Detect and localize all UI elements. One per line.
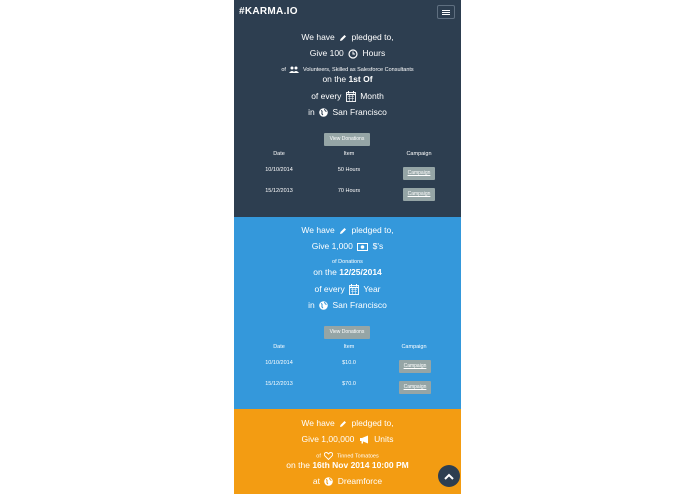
pledge-on-date: on the 16th Nov 2014 10:00 PM	[286, 460, 409, 470]
column-header-campaign: Campaign	[401, 344, 427, 350]
pledge-card-donations: We have pledged to, Give 1,000 $'s of Do…	[234, 217, 461, 409]
clock-icon	[348, 49, 358, 59]
pledge-lead: We have pledged to,	[301, 418, 394, 428]
pledge-location: in San Francisco	[308, 300, 387, 311]
row-date: 15/12/2013	[265, 188, 293, 194]
view-donations-button[interactable]: View Donations	[324, 133, 370, 146]
pledge-location: in San Francisco	[308, 107, 387, 118]
globe-icon	[324, 477, 334, 487]
pledge-lead: We have pledged to,	[301, 32, 394, 42]
megaphone-icon	[359, 435, 370, 444]
mobile-frame: #KARMA.IO We have pledged to, Give 100 H…	[234, 0, 461, 494]
money-icon	[357, 242, 369, 251]
pledge-detail: of Tinned Tomatoes	[316, 452, 379, 460]
pledge-frequency: of every Month	[311, 91, 384, 103]
menu-toggle-button[interactable]	[437, 5, 455, 19]
pledge-detail: of Volunteers, Skilled as Salesforce Con…	[281, 66, 414, 73]
row-item: $10.0	[342, 360, 356, 366]
campaign-button[interactable]: Campaign	[399, 381, 431, 394]
pledge-amount: Give 100 Hours	[309, 48, 386, 59]
globe-icon	[319, 301, 328, 311]
calendar-icon	[345, 91, 356, 103]
campaign-button[interactable]: Campaign	[403, 188, 435, 201]
row-date: 15/12/2013	[265, 381, 293, 387]
pledge-amount: Give 1,000 $'s	[311, 241, 384, 251]
pencil-icon	[339, 34, 347, 42]
hamburger-icon	[442, 10, 450, 11]
row-item: 50 Hours	[337, 167, 361, 173]
pledge-card-hours: We have pledged to, Give 100 Hours of Vo…	[234, 24, 461, 217]
users-icon	[289, 66, 300, 73]
chevron-up-icon	[444, 467, 454, 485]
pledge-on-date: on the 1st Of	[322, 74, 373, 84]
pledge-amount: Give 1,00,000 Units	[301, 434, 394, 444]
navbar: #KARMA.IO	[234, 0, 461, 24]
row-item: $70.0	[342, 381, 356, 387]
globe-icon	[319, 108, 328, 118]
campaign-button[interactable]: Campaign	[399, 360, 431, 373]
view-donations-button[interactable]: View Donations	[324, 326, 370, 339]
column-header-date: Date	[273, 344, 285, 350]
pledge-frequency: of every Year	[314, 284, 381, 296]
pledge-lead: We have pledged to,	[301, 225, 394, 235]
pledge-location: at Dreamforce	[312, 476, 383, 487]
heart-icon	[324, 452, 334, 460]
pledge-on-date: on the 12/25/2014	[313, 267, 382, 277]
pencil-icon	[339, 420, 347, 428]
calendar-icon	[349, 284, 360, 296]
pencil-icon	[339, 227, 347, 235]
row-date: 10/10/2014	[265, 360, 293, 366]
column-header-item: Item	[343, 344, 355, 350]
column-header-date: Date	[273, 151, 285, 157]
pledge-detail: of Donations	[332, 259, 363, 265]
column-header-campaign: Campaign	[406, 151, 432, 157]
column-header-item: Item	[343, 151, 355, 157]
row-date: 10/10/2014	[265, 167, 293, 173]
row-item: 70 Hours	[337, 188, 361, 194]
scroll-to-top-button[interactable]	[438, 465, 460, 487]
pledge-card-units: We have pledged to, Give 1,00,000 Units …	[234, 409, 461, 494]
brand-logo[interactable]: #KARMA.IO	[239, 6, 298, 17]
campaign-button[interactable]: Campaign	[403, 167, 435, 180]
